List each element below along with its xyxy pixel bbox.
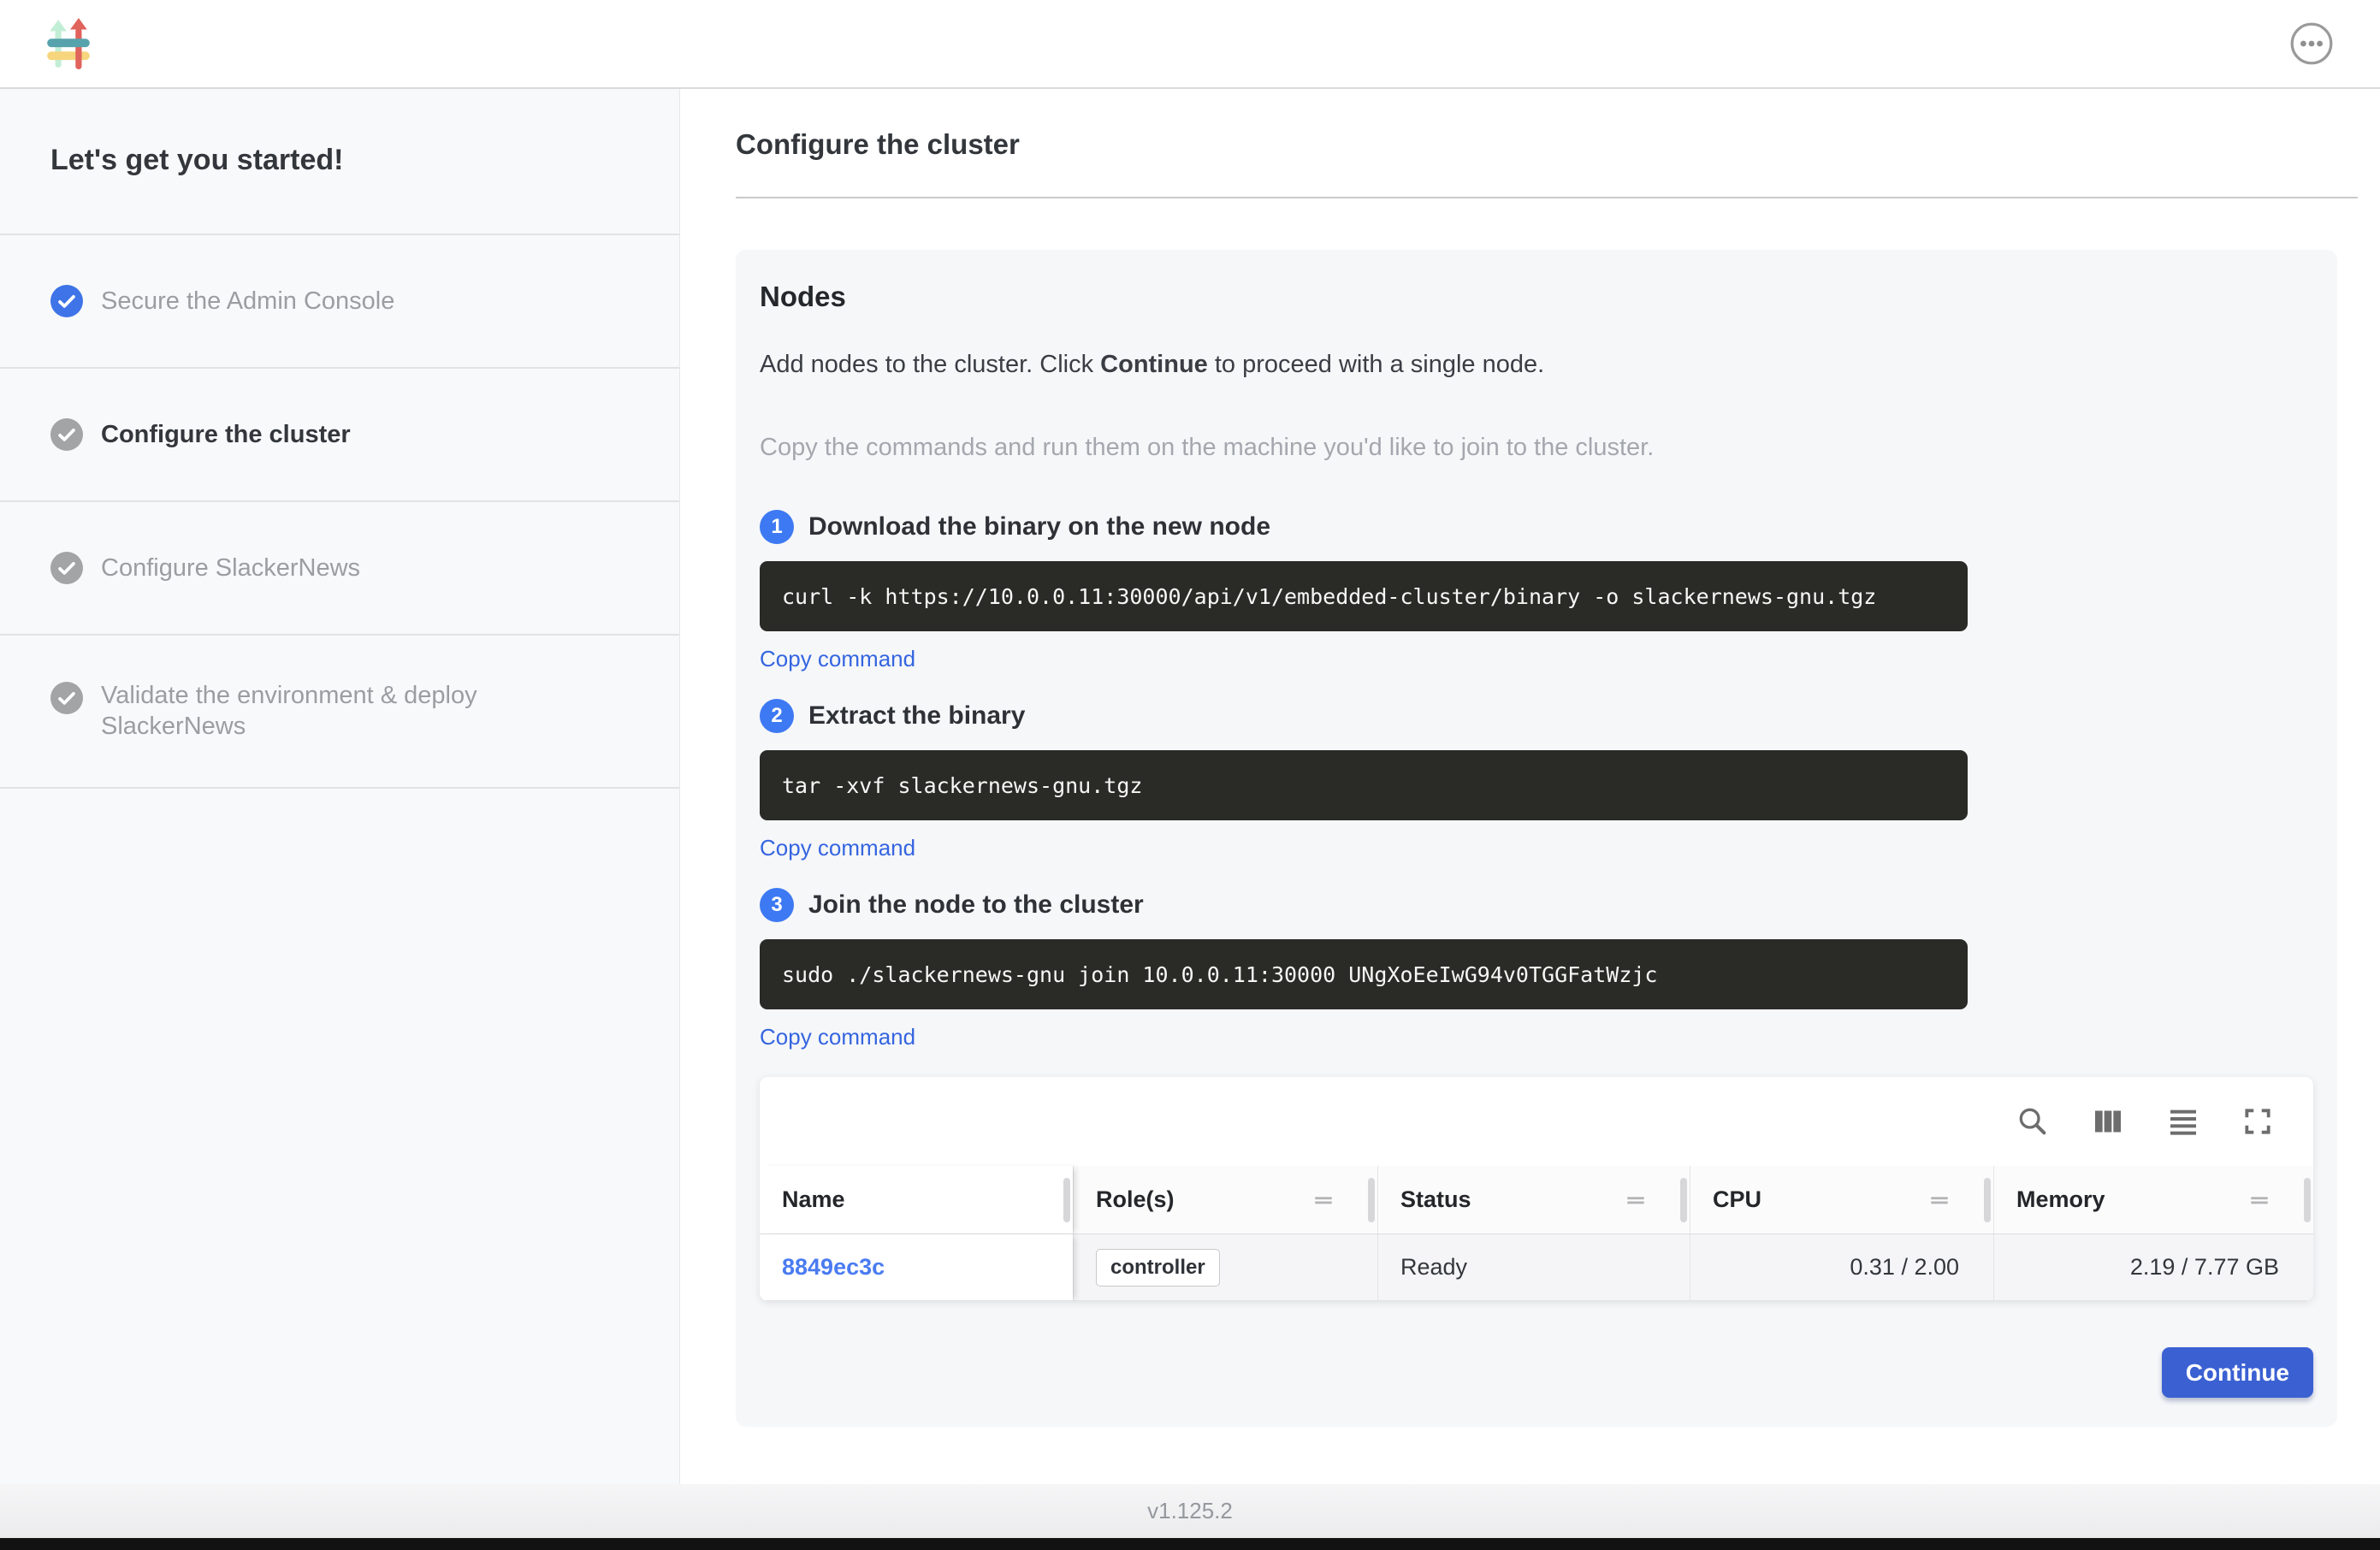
bottom-screen-edge xyxy=(0,1538,2380,1550)
slackernews-logo-icon xyxy=(46,18,91,69)
table-toolbar xyxy=(760,1077,2313,1166)
column-drag-icon[interactable] xyxy=(1928,1189,1951,1211)
command-step-title: Download the binary on the new node xyxy=(808,512,1270,541)
menu-ellipsis-button[interactable] xyxy=(2289,21,2334,66)
column-drag-icon[interactable] xyxy=(2248,1189,2270,1211)
nodes-table-card: Name Role(s) Status xyxy=(760,1077,2313,1301)
main-content: Configure the cluster Nodes Add nodes to… xyxy=(680,89,2380,1484)
nodes-heading: Nodes xyxy=(760,281,2313,313)
sidebar-step-secure-admin-console[interactable]: Secure the Admin Console xyxy=(0,234,679,367)
card-actions: Continue xyxy=(760,1347,2313,1398)
column-resize-handle[interactable] xyxy=(1984,1178,1991,1222)
column-header-cpu[interactable]: CPU xyxy=(1690,1166,1993,1234)
copy-command-link[interactable]: Copy command xyxy=(760,1024,915,1050)
node-cpu-cell: 0.31 / 2.00 xyxy=(1690,1234,1993,1301)
command-step-title: Join the node to the cluster xyxy=(808,890,1144,920)
step-label: Configure the cluster xyxy=(101,419,351,450)
column-header-status[interactable]: Status xyxy=(1377,1166,1690,1234)
node-name-link[interactable]: 8849ec3c xyxy=(782,1254,885,1281)
node-name-cell: 8849ec3c xyxy=(760,1234,1073,1301)
search-icon[interactable] xyxy=(2016,1104,2050,1139)
step-number-badge: 1 xyxy=(760,510,794,544)
command-code-block[interactable]: sudo ./slackernews-gnu join 10.0.0.11:30… xyxy=(760,939,1968,1009)
app-footer: v1.125.2 xyxy=(0,1484,2380,1538)
command-step-download-binary: 1 Download the binary on the new node cu… xyxy=(760,510,2313,672)
setup-sidebar: Let's get you started! Secure the Admin … xyxy=(0,89,680,1484)
sidebar-step-configure-slackernews[interactable]: Configure SlackerNews xyxy=(0,500,679,634)
check-circle-icon xyxy=(50,285,83,317)
step-number-badge: 2 xyxy=(760,699,794,733)
nodes-intro-text: Add nodes to the cluster. Click Continue… xyxy=(760,351,2313,379)
check-circle-icon xyxy=(50,552,83,584)
command-step-title: Extract the binary xyxy=(808,701,1025,731)
command-code-block[interactable]: curl -k https://10.0.0.11:30000/api/v1/e… xyxy=(760,561,1968,631)
table-row: 8849ec3c controller Ready 0.31 / 2.00 2.… xyxy=(760,1234,2313,1301)
check-circle-icon xyxy=(50,418,83,451)
column-resize-handle[interactable] xyxy=(2304,1178,2311,1222)
page-title: Configure the cluster xyxy=(736,128,2358,161)
role-badge: controller xyxy=(1096,1249,1220,1287)
step-label: Configure SlackerNews xyxy=(101,553,360,583)
continue-button[interactable]: Continue xyxy=(2162,1347,2313,1398)
column-header-name[interactable]: Name xyxy=(760,1166,1073,1234)
command-text: sudo ./slackernews-gnu join 10.0.0.11:30… xyxy=(782,962,1658,987)
command-step-join-node: 3 Join the node to the cluster sudo ./sl… xyxy=(760,888,2313,1050)
column-resize-handle[interactable] xyxy=(1680,1178,1687,1222)
sidebar-heading: Let's get you started! xyxy=(0,89,679,234)
nodes-hint-text: Copy the commands and run them on the ma… xyxy=(760,434,2313,462)
command-code-block[interactable]: tar -xvf slackernews-gnu.tgz xyxy=(760,750,1968,820)
sidebar-step-validate-deploy[interactable]: Validate the environment & deploy Slacke… xyxy=(0,634,679,789)
node-status-cell: Ready xyxy=(1377,1234,1690,1301)
show-hide-columns-icon[interactable] xyxy=(2091,1104,2125,1139)
command-text: curl -k https://10.0.0.11:30000/api/v1/e… xyxy=(782,584,1876,609)
command-step-extract-binary: 2 Extract the binary tar -xvf slackernew… xyxy=(760,699,2313,861)
step-number-badge: 3 xyxy=(760,888,794,922)
table-header-row: Name Role(s) Status xyxy=(760,1166,2313,1234)
sidebar-step-configure-cluster[interactable]: Configure the cluster xyxy=(0,367,679,500)
column-resize-handle[interactable] xyxy=(1368,1178,1375,1222)
step-label: Secure the Admin Console xyxy=(101,286,394,317)
column-header-memory[interactable]: Memory xyxy=(1993,1166,2313,1234)
admin-console-page: Let's get you started! Secure the Admin … xyxy=(0,0,2380,1550)
copy-command-link[interactable]: Copy command xyxy=(760,835,915,861)
title-divider xyxy=(736,197,2358,198)
column-resize-handle[interactable] xyxy=(1063,1178,1070,1222)
node-roles-cell: controller xyxy=(1073,1234,1377,1301)
toggle-density-icon[interactable] xyxy=(2166,1104,2200,1139)
check-circle-icon xyxy=(50,682,83,714)
column-drag-icon[interactable] xyxy=(1312,1189,1335,1211)
node-memory-cell: 2.19 / 7.77 GB xyxy=(1993,1234,2313,1301)
step-label: Validate the environment & deploy Slacke… xyxy=(101,680,597,742)
top-header xyxy=(0,0,2380,89)
toggle-fullscreen-icon[interactable] xyxy=(2241,1105,2274,1138)
column-header-roles[interactable]: Role(s) xyxy=(1073,1166,1377,1234)
nodes-card: Nodes Add nodes to the cluster. Click Co… xyxy=(736,250,2337,1427)
version-label: v1.125.2 xyxy=(1147,1498,1233,1524)
copy-command-link[interactable]: Copy command xyxy=(760,646,915,672)
column-drag-icon[interactable] xyxy=(1625,1189,1647,1211)
command-text: tar -xvf slackernews-gnu.tgz xyxy=(782,773,1142,798)
